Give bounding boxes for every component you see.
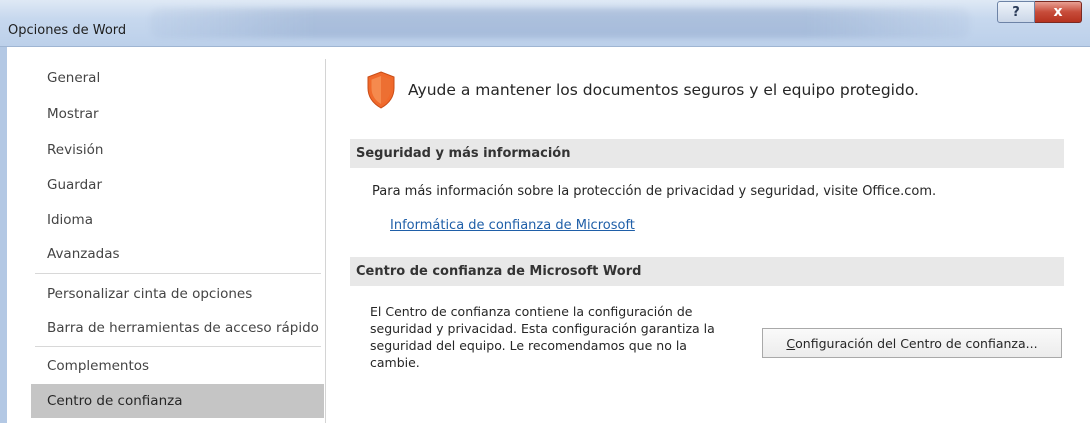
sidebar-separator — [35, 273, 321, 274]
section-title: Seguridad y más información — [356, 146, 571, 161]
sidebar-item-revision[interactable]: Revisión — [31, 133, 324, 167]
sidebar-item-label: Guardar — [47, 177, 102, 193]
sidebar-item-mostrar[interactable]: Mostrar — [31, 97, 324, 131]
close-icon: x — [1053, 4, 1063, 20]
title-bar-background-blur — [150, 8, 970, 38]
trust-center-settings-button[interactable]: Configuración del Centro de confianza... — [762, 328, 1062, 358]
close-button[interactable]: x — [1035, 1, 1082, 23]
trust-center-section-header: Centro de confianza de Microsoft Word — [350, 257, 1064, 286]
security-section-header: Seguridad y más información — [350, 139, 1064, 168]
window-controls: ? x — [997, 1, 1082, 23]
word-options-dialog: Opciones de Word ? x General Mostrar Rev… — [0, 0, 1090, 423]
help-button[interactable]: ? — [997, 1, 1035, 23]
sidebar-item-centro-de-confianza[interactable]: Centro de confianza — [31, 384, 324, 418]
sidebar-item-label: General — [47, 70, 101, 86]
sidebar-item-general[interactable]: General — [31, 61, 324, 95]
sidebar-item-label: Personalizar cinta de opciones — [47, 286, 253, 302]
trust-center-description: El Centro de confianza contiene la confi… — [370, 304, 715, 370]
sidebar-item-personalizar-cinta[interactable]: Personalizar cinta de opciones — [31, 277, 324, 311]
sidebar-item-label: Centro de confianza — [47, 393, 183, 409]
sidebar-item-label: Complementos — [47, 358, 150, 374]
sidebar-item-label: Barra de herramientas de acceso rápido — [47, 320, 319, 336]
sidebar-item-guardar[interactable]: Guardar — [31, 168, 324, 202]
panel-header: Ayude a mantener los documentos seguros … — [366, 71, 919, 109]
button-accesskey: C — [786, 335, 796, 351]
security-info-text: Para más información sobre la protección… — [372, 184, 937, 199]
button-label: onfiguración del Centro de confianza... — [795, 335, 1038, 351]
sidebar-item-label: Revisión — [47, 142, 104, 158]
sidebar-item-avanzadas[interactable]: Avanzadas — [31, 237, 324, 271]
section-title: Centro de confianza de Microsoft Word — [356, 264, 642, 279]
shield-icon — [367, 71, 395, 109]
trustworthy-computing-link[interactable]: Informática de confianza de Microsoft — [390, 218, 635, 233]
sidebar-item-label: Avanzadas — [47, 246, 120, 262]
sidebar-item-idioma[interactable]: Idioma — [31, 203, 324, 237]
panel-header-text: Ayude a mantener los documentos seguros … — [408, 81, 919, 99]
window-title: Opciones de Word — [8, 23, 127, 38]
trust-center-panel: Ayude a mantener los documentos seguros … — [338, 59, 1090, 423]
sidebar-item-label: Idioma — [47, 212, 93, 228]
sidebar-item-barra-acceso-rapido[interactable]: Barra de herramientas de acceso rápido — [31, 311, 324, 345]
window-frame-left — [0, 47, 7, 423]
sidebar-item-complementos[interactable]: Complementos — [31, 349, 324, 383]
sidebar-item-label: Mostrar — [47, 106, 99, 122]
title-bar: Opciones de Word ? x — [0, 0, 1090, 47]
options-sidebar: General Mostrar Revisión Guardar Idioma … — [31, 59, 326, 423]
help-icon: ? — [1012, 4, 1020, 20]
sidebar-separator — [35, 346, 321, 347]
